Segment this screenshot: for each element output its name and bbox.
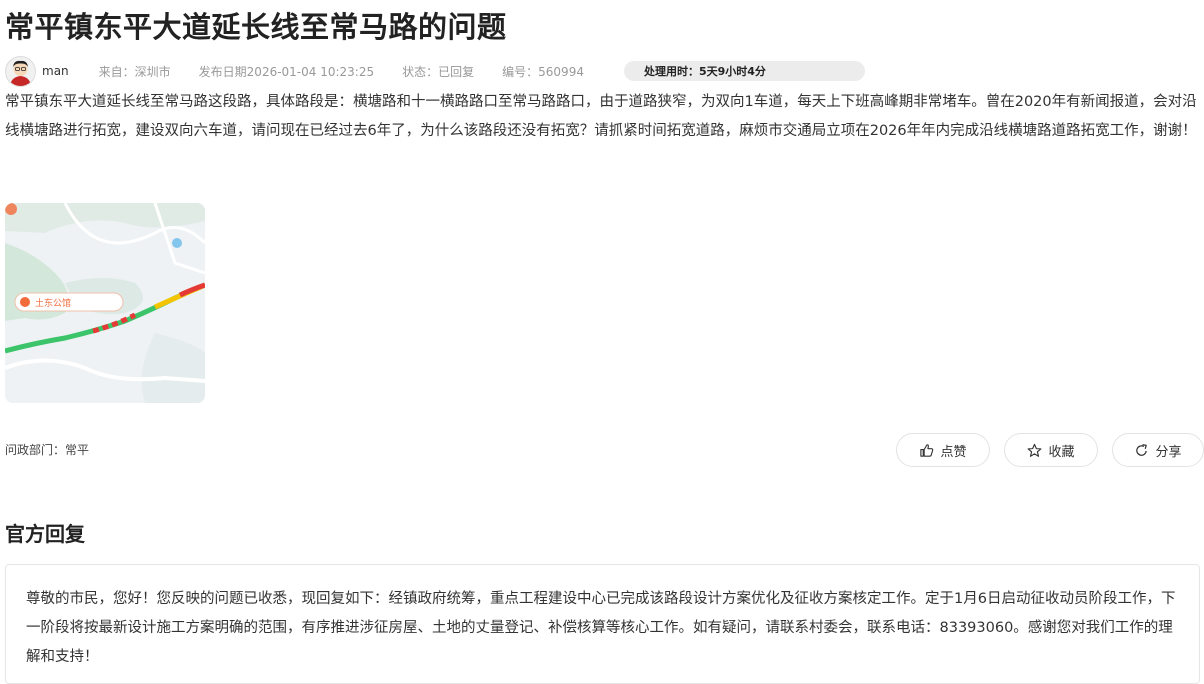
map-thumbnail[interactable]: 土东公馆: [5, 203, 205, 403]
like-button[interactable]: 点赞: [896, 433, 990, 467]
post-meta: man 来自：深圳市 发布日期2026-01-04 10:23:25 状态：已回…: [5, 55, 1200, 87]
official-reply-text: 尊敬的市民，您好！您反映的问题已收悉，现回复如下：经镇政府统筹，重点工程建设中心…: [26, 591, 1176, 665]
thumbs-up-icon: [920, 443, 934, 457]
case-number: 编号：560994: [502, 64, 584, 79]
username[interactable]: man: [42, 64, 69, 78]
user-avatar-icon: [10, 60, 31, 86]
official-reply-box: 尊敬的市民，您好！您反映的问题已收悉，现回复如下：经镇政府统筹，重点工程建设中心…: [5, 564, 1200, 684]
publish-date: 发布日期2026-01-04 10:23:25: [198, 64, 375, 79]
share-label: 分享: [1155, 444, 1182, 460]
official-reply-heading: 官方回复: [5, 522, 85, 546]
action-bar: 点赞 收藏 分享: [896, 433, 1204, 467]
status-label: 状态：: [402, 64, 439, 79]
page-title: 常平镇东平大道延长线至常马路的问题: [5, 10, 507, 44]
source-location: 来自：深圳市: [98, 64, 171, 79]
share-icon: [1136, 443, 1148, 456]
question-body: 常平镇东平大道延长线至常马路这段路，具体路段是：横塘路和十一横路路口至常马路路口…: [5, 94, 1197, 139]
map-image: 土东公馆: [5, 203, 205, 403]
status-value: 已回复: [438, 64, 475, 79]
like-label: 点赞: [940, 444, 967, 460]
status: 状态：已回复: [402, 63, 474, 80]
share-button[interactable]: 分享: [1112, 433, 1204, 467]
processing-time-badge: 处理用时：5天9小时4分: [623, 61, 865, 81]
department: 问政部门：常平: [5, 443, 90, 457]
star-icon: [1028, 443, 1042, 457]
avatar[interactable]: [5, 55, 36, 87]
favorite-label: 收藏: [1048, 444, 1075, 460]
favorite-button[interactable]: 收藏: [1004, 433, 1098, 467]
map-place-label: 土东公馆: [35, 297, 71, 309]
